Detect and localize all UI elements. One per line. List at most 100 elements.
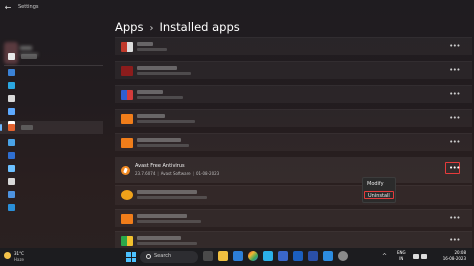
app-meta <box>137 220 201 223</box>
app-meta <box>137 144 189 147</box>
app-row: ••• <box>115 109 472 127</box>
sidebar-item-icon <box>8 53 15 60</box>
sidebar-item[interactable] <box>0 162 103 175</box>
outlook-icon[interactable] <box>323 251 333 261</box>
uninstall-menu-item[interactable]: Uninstall <box>364 191 394 199</box>
sidebar-item[interactable] <box>0 136 103 149</box>
show-hidden-icons-icon[interactable]: ^ <box>382 253 387 260</box>
task-view-icon[interactable] <box>203 251 213 261</box>
app-icon <box>121 66 133 76</box>
modify-menu-item[interactable]: Modify <box>367 181 384 187</box>
mail-icon[interactable] <box>233 251 243 261</box>
app-row-avast: Avast Free Antivirus 23.7.6074 | Avast Sof… <box>115 157 472 183</box>
sidebar-item[interactable] <box>0 50 103 63</box>
avast-logo-icon <box>121 166 130 175</box>
sidebar-item-icon <box>8 165 15 172</box>
more-options-button[interactable]: ••• <box>445 162 460 174</box>
sidebar-item[interactable] <box>0 66 103 79</box>
apps-icon <box>8 124 15 131</box>
search-placeholder: Search <box>154 253 172 259</box>
main-content: Apps › Installed apps ••• ••• ••• ••• ••… <box>103 18 474 248</box>
sidebar-item[interactable] <box>0 201 103 214</box>
sidebar-item[interactable] <box>0 92 103 105</box>
app-icon <box>121 90 133 100</box>
search-icon <box>146 254 151 259</box>
app-meta <box>137 72 191 75</box>
sun-icon <box>4 252 11 259</box>
sidebar-item-label <box>21 54 37 59</box>
sidebar-item[interactable] <box>0 175 103 188</box>
breadcrumb-separator: › <box>149 23 154 34</box>
sidebar-item-apps[interactable] <box>0 121 103 134</box>
taskbar-search[interactable]: Search <box>140 251 198 263</box>
app-row: ••• <box>115 61 472 79</box>
app-row: ••• <box>115 133 472 151</box>
app-name <box>137 138 181 142</box>
language-indicator[interactable]: ENG IN <box>397 250 406 262</box>
more-options-icon[interactable]: ••• <box>449 237 460 244</box>
window-title: Settings <box>18 4 39 10</box>
app-icon <box>121 114 133 124</box>
more-options-icon[interactable]: ••• <box>449 43 460 50</box>
app-name <box>137 236 181 240</box>
app-name: Avast Free Antivirus <box>135 163 185 169</box>
app-meta <box>137 196 207 199</box>
app-name <box>137 190 197 194</box>
file-explorer-icon[interactable] <box>218 251 228 261</box>
app-name <box>137 114 165 118</box>
app-row: ••• <box>115 209 472 227</box>
taskbar: 31°C Haze Search ^ ENG IN 20:08 16-08-20… <box>0 248 474 266</box>
wifi-icon[interactable] <box>413 254 419 259</box>
more-options-icon[interactable]: ••• <box>449 215 460 222</box>
app-meta: 23.7.6074 | Avast Software | 01-08-2023 <box>135 171 220 176</box>
app-icon <box>121 236 133 246</box>
weather-condition: Haze <box>14 257 25 262</box>
app-icon <box>121 138 133 148</box>
sidebar-item-icon <box>8 69 15 76</box>
clock[interactable]: 20:08 16-08-2023 <box>432 250 466 262</box>
app-row <box>115 185 472 205</box>
breadcrumb-apps[interactable]: Apps <box>115 20 143 34</box>
sidebar-item-icon <box>8 108 15 115</box>
sidebar-item-icon <box>8 82 15 89</box>
windows-start-icon[interactable] <box>126 252 136 262</box>
sidebar-item-icon <box>8 178 15 185</box>
app-icon[interactable] <box>308 251 318 261</box>
title-bar: ← Settings <box>0 0 474 18</box>
sidebar-item[interactable] <box>0 79 103 92</box>
app-row: ••• <box>115 85 472 103</box>
sidebar-item[interactable] <box>0 188 103 201</box>
store-icon[interactable] <box>263 251 273 261</box>
sidebar-item-icon <box>8 95 15 102</box>
sidebar <box>0 18 103 248</box>
app-meta <box>137 120 195 123</box>
word-icon[interactable] <box>293 251 303 261</box>
more-options-icon[interactable]: ••• <box>449 115 460 122</box>
sidebar-item[interactable] <box>0 105 103 118</box>
volume-icon[interactable] <box>421 254 427 259</box>
app-meta <box>137 242 197 245</box>
context-menu: Modify Uninstall <box>362 177 396 203</box>
more-options-icon[interactable]: ••• <box>449 139 460 146</box>
app-name <box>137 66 177 70</box>
app-icon <box>121 214 133 224</box>
more-options-icon[interactable]: ••• <box>449 67 460 74</box>
app-icon[interactable] <box>278 251 288 261</box>
app-icon <box>121 190 133 200</box>
app-name <box>137 42 153 46</box>
app-name <box>137 90 163 94</box>
sidebar-item-icon <box>8 152 15 159</box>
more-options-icon[interactable]: ••• <box>449 91 460 98</box>
chrome-icon[interactable] <box>248 251 258 261</box>
sidebar-item[interactable] <box>0 149 103 162</box>
sidebar-item-icon <box>8 191 15 198</box>
settings-icon[interactable] <box>338 251 348 261</box>
app-row: ••• <box>115 231 472 248</box>
breadcrumb: Apps › Installed apps <box>115 20 240 34</box>
back-arrow-icon[interactable]: ← <box>3 3 13 13</box>
sidebar-item-icon <box>8 139 15 146</box>
sidebar-item-label <box>21 125 33 130</box>
settings-window: ← Settings Apps › Installed apps ••• •••… <box>0 0 474 248</box>
page-title: Installed apps <box>159 20 240 34</box>
weather-temperature: 31°C <box>14 251 24 256</box>
